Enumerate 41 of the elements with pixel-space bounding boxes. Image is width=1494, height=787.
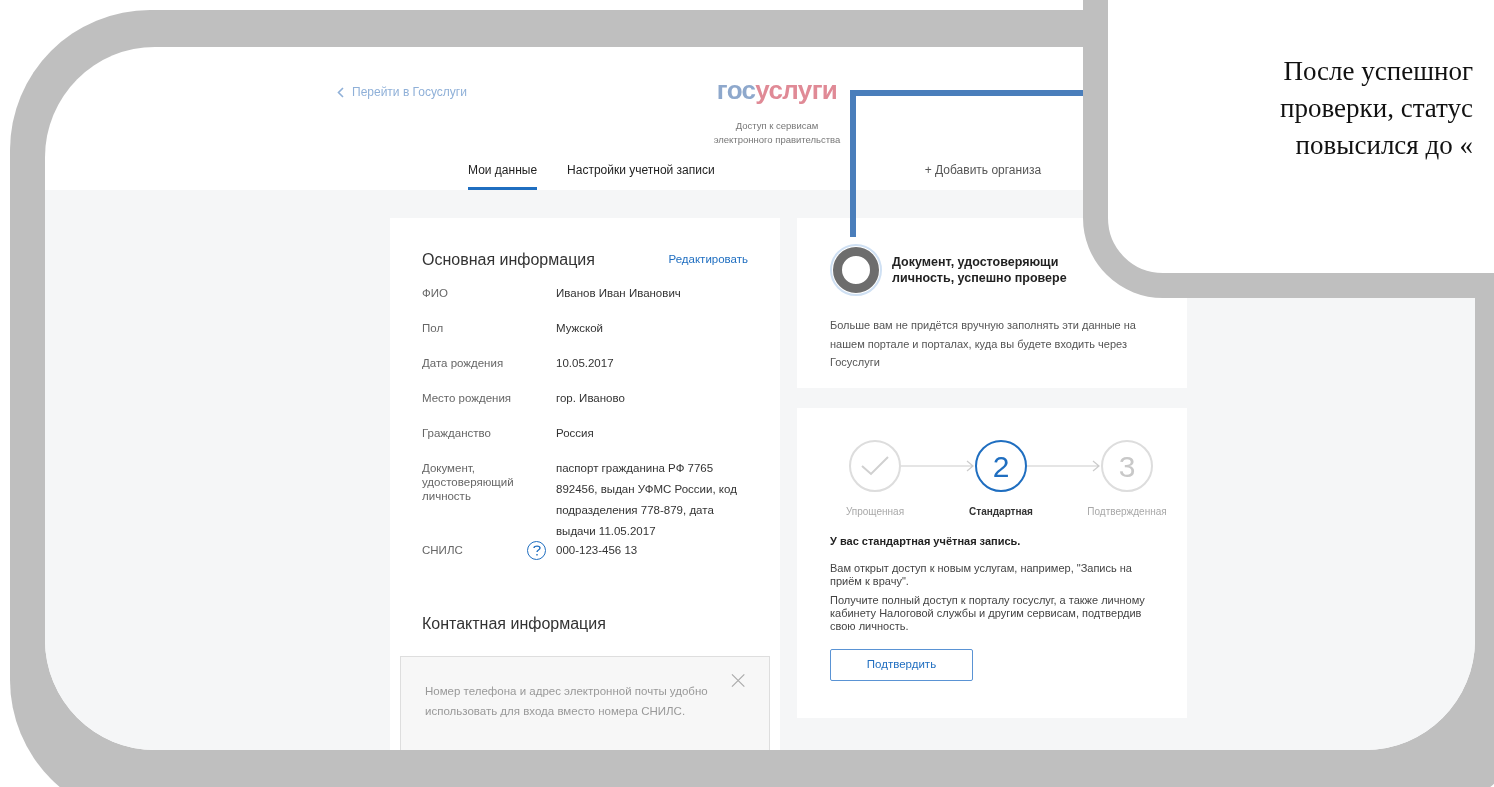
field-label: ФИО bbox=[422, 286, 449, 300]
arrow-icon bbox=[901, 460, 975, 472]
callout-text: После успешног bbox=[1283, 55, 1473, 88]
callout-text: проверки, статус bbox=[1280, 92, 1473, 125]
status-heading: У вас стандартная учётная запись. bbox=[830, 534, 1022, 549]
notice-text: Номер телефона и адрес электронной почты удобно использовать для входа вместо номера СНИЛС. bbox=[425, 684, 709, 719]
section-title: Контактная информация bbox=[422, 614, 607, 634]
check-icon bbox=[860, 455, 890, 477]
step-label: Стандартная bbox=[969, 505, 1033, 519]
add-organization-link[interactable]: + Добавить организа bbox=[924, 161, 1042, 179]
section-title: Основная информация bbox=[422, 250, 595, 270]
field-label: СНИЛС bbox=[422, 543, 464, 557]
step-label: Упрощенная bbox=[845, 505, 905, 519]
step-label: Подтвержденная bbox=[1087, 505, 1167, 519]
field-value: 10.05.2017 bbox=[556, 356, 615, 371]
status-ring-icon bbox=[830, 244, 882, 296]
field-value: паспорт гражданина РФ 7765 892456, выдан УФМС России, код подразделения 778-879, дата выдачи 11.05.2017 bbox=[556, 461, 738, 539]
chevron-left-icon bbox=[337, 86, 344, 98]
field-value: гор. Иваново bbox=[556, 391, 626, 406]
field-value: Иванов Иван Иванович bbox=[556, 286, 682, 301]
callout-text: повысился до « bbox=[1295, 129, 1473, 162]
status-text: Получите полный доступ к порталу госуслуг, а также личному кабинету Налоговой службы и другим сервисам, подтвердив свою личность. bbox=[830, 593, 1146, 633]
card-title: личность, успешно провере bbox=[892, 270, 1067, 286]
arrow-icon bbox=[1027, 460, 1101, 472]
field-label: Документ, удостоверяющий личность bbox=[422, 461, 515, 503]
logo-subtitle: Доступ к сервисам bbox=[735, 119, 819, 133]
field-value: Мужской bbox=[556, 321, 604, 336]
field-label: Место рождения bbox=[422, 391, 513, 405]
edit-link[interactable]: Редактировать bbox=[668, 251, 748, 269]
status-text: Вам открыт доступ к новым услугам, например, "Запись на приём к врачу". bbox=[830, 561, 1133, 588]
card-text: Больше вам не придётся вручную заполнять эти данные на нашем портале и порталах, куда вы будете входить через Госуслуги bbox=[830, 318, 1137, 370]
card-title: Документ, удостоверяющи bbox=[892, 254, 1060, 270]
field-value: 000-123-456 13 bbox=[556, 543, 639, 558]
logo-subtitle: электронного правительства bbox=[713, 133, 841, 147]
tab[interactable]: Настройки учетной записи bbox=[567, 161, 715, 190]
field-label: Гражданство bbox=[422, 426, 492, 440]
logo: госуслуги bbox=[716, 77, 838, 103]
field-label: Пол bbox=[422, 321, 445, 335]
field-label: Дата рождения bbox=[422, 356, 505, 370]
confirm-button[interactable]: Подтвердить bbox=[830, 648, 973, 681]
field-value: Россия bbox=[556, 426, 595, 441]
